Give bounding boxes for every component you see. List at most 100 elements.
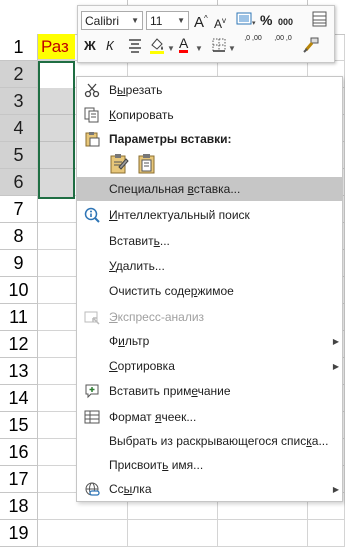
shrink-font-button[interactable]: Av (214, 13, 226, 32)
menu-item-label: Формат ячеек... (109, 410, 197, 424)
font-color-button[interactable]: A (179, 35, 189, 53)
row-header-16[interactable]: 16 (0, 439, 38, 466)
format-painter-icon (303, 37, 319, 53)
smart-lookup-icon (83, 206, 101, 224)
chevron-down-icon: ▼ (131, 16, 139, 25)
menu-item-label: Специальная вставка... (109, 182, 241, 196)
menu-item-pick-from-list[interactable]: Выбрать из раскрывающегося списка... (77, 429, 342, 453)
menu-item-label: Фильтр (109, 334, 150, 348)
menu-item-smart-lookup[interactable]: Интеллектуальный поиск (77, 203, 342, 227)
row-header-2[interactable]: 2 (0, 61, 38, 88)
row-header-4[interactable]: 4 (0, 115, 38, 142)
fill-color-button[interactable] (148, 36, 166, 58)
cell-a1-value: Раз (41, 36, 69, 56)
grow-font-button[interactable]: A^ (194, 11, 208, 31)
row-header-10[interactable]: 10 (0, 277, 38, 304)
format-painter-button[interactable] (302, 36, 320, 58)
row-header-14[interactable]: 14 (0, 385, 38, 412)
menu-item-quick-analysis: Экспресс-анализ (77, 305, 342, 329)
menu-item-label: Вставить... (109, 234, 170, 248)
menu-item-label: Вырезать (109, 83, 163, 97)
menu-item-insert-comment[interactable]: Вставить примечание (77, 379, 342, 403)
font-color-icon: A (179, 35, 189, 53)
row-header-19[interactable]: 19 (0, 520, 38, 547)
row-header-18[interactable]: 18 (0, 493, 38, 520)
format-painter-table-button[interactable] (311, 10, 329, 32)
menu-item-copy[interactable]: Копировать (77, 103, 342, 127)
borders-button[interactable] (211, 37, 227, 57)
row-header-7[interactable]: 7 (0, 196, 38, 223)
menu-item-delete[interactable]: Удалить... (77, 254, 342, 278)
row-header-3[interactable]: 3 (0, 88, 38, 115)
font-name-combo[interactable]: Calibri ▼ (81, 11, 143, 30)
paint-bucket-icon (150, 38, 164, 54)
row-header-9[interactable]: 9 (0, 250, 38, 277)
paste-options-header: Параметры вставки: (77, 127, 342, 151)
increase-decimal-button[interactable]: ,0 ,00 (240, 35, 266, 43)
row-header-1[interactable]: 1 (0, 34, 38, 61)
increase-decimal-icon: ,0 ,00 (244, 35, 262, 42)
grid-cell[interactable] (38, 520, 128, 547)
cell-a4[interactable] (40, 115, 73, 142)
menu-item-format-cells[interactable]: Формат ячеек... (77, 405, 342, 429)
menu-item-label: Удалить... (109, 259, 165, 273)
table-format-icon (312, 11, 327, 27)
selected-range-a2-a6[interactable] (38, 61, 75, 199)
menu-item-label: Сортировка (109, 359, 175, 373)
decrease-decimal-icon: ,00 ,0 (274, 35, 292, 42)
cell-a1[interactable]: Раз (38, 34, 75, 60)
row-header-8[interactable]: 8 (0, 223, 38, 250)
font-name-value: Calibri (85, 13, 120, 28)
row-header-15[interactable]: 15 (0, 412, 38, 439)
clipboard-icon (83, 130, 101, 148)
grid-cell[interactable] (308, 520, 345, 547)
borders-icon (212, 38, 226, 52)
select-all-corner[interactable] (0, 0, 38, 34)
menu-item-insert[interactable]: Вставить... (77, 229, 342, 253)
comma-style-icon: 000 (278, 17, 294, 27)
cell-a3[interactable] (40, 88, 73, 115)
row-header-5[interactable]: 5 (0, 142, 38, 169)
menu-item-link[interactable]: Ссылка ▶ (77, 477, 342, 501)
menu-item-label: Очистить содержимое (109, 284, 234, 298)
percent-style-button[interactable]: % (260, 12, 272, 28)
mini-toolbar: Calibri ▼ 11 ▼ A^ Av ▾ % 000 Ж К ▼ A ▼ ▼… (77, 5, 335, 63)
row-header-12[interactable]: 12 (0, 331, 38, 358)
italic-button[interactable]: К (106, 38, 114, 54)
font-color-dropdown[interactable]: ▼ (195, 44, 203, 53)
menu-item-sort[interactable]: Сортировка ▶ (77, 354, 342, 378)
quick-analysis-icon (83, 308, 101, 326)
bold-icon: Ж (84, 38, 96, 53)
menu-item-clear-contents[interactable]: Очистить содержимое (77, 279, 342, 303)
paste-icon[interactable] (136, 153, 158, 178)
cell-a5[interactable] (40, 142, 73, 169)
bold-button[interactable]: Ж (84, 38, 96, 54)
row-header-11[interactable]: 11 (0, 304, 38, 331)
row-header-6[interactable]: 6 (0, 169, 38, 196)
align-center-button[interactable] (124, 37, 146, 57)
decrease-decimal-button[interactable]: ,00 ,0 (270, 35, 296, 43)
borders-dropdown[interactable]: ▼ (228, 44, 236, 53)
submenu-arrow-icon: ▶ (332, 484, 339, 494)
menu-item-define-name[interactable]: Присвоить имя... (77, 453, 342, 477)
row-header-17[interactable]: 17 (0, 466, 38, 493)
grid-cell[interactable] (218, 520, 308, 547)
paste-options-label: Параметры вставки: (109, 132, 232, 146)
italic-icon: К (106, 38, 114, 53)
cell-a6[interactable] (40, 169, 73, 197)
paste-keep-formatting-icon[interactable] (108, 153, 130, 178)
menu-item-label: Ссылка (109, 482, 152, 496)
link-icon (83, 480, 101, 498)
accounting-format-button[interactable]: ▾ (235, 11, 257, 27)
grid-cell[interactable] (128, 520, 218, 547)
svg-text:▾: ▾ (252, 19, 256, 27)
menu-item-cut[interactable]: Вырезать (77, 78, 342, 102)
row-header-13[interactable]: 13 (0, 358, 38, 385)
font-size-combo[interactable]: 11 ▼ (146, 11, 189, 30)
menu-item-label: Присвоить имя... (109, 458, 204, 472)
copy-icon (83, 106, 101, 124)
comma-style-button[interactable]: 000 (278, 14, 293, 30)
menu-item-filter[interactable]: Фильтр ▶ (77, 329, 342, 353)
menu-item-paste-special[interactable]: Специальная вставка... (77, 177, 342, 201)
fill-color-dropdown[interactable]: ▼ (167, 44, 175, 53)
